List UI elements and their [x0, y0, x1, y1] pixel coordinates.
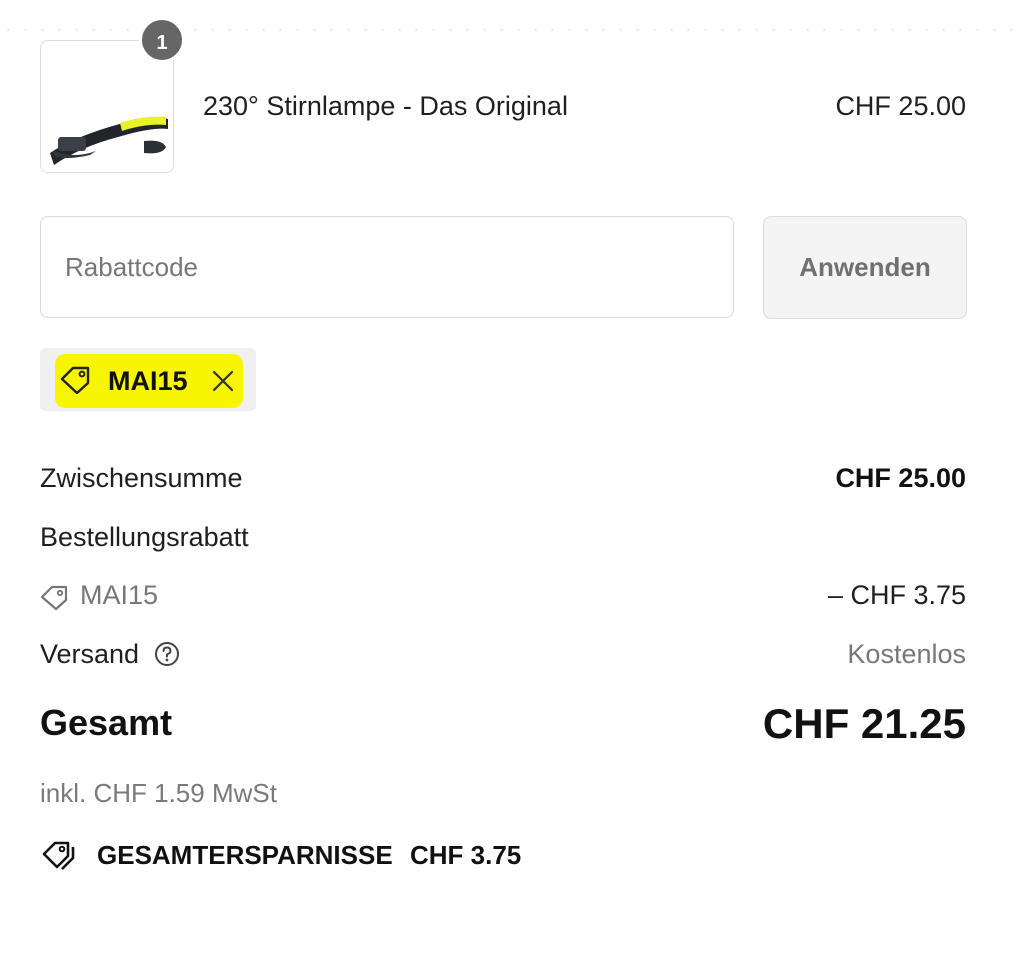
- headlamp-product-image: [50, 116, 168, 165]
- shipping-value: Kostenlos: [847, 639, 966, 669]
- remove-discount-icon[interactable]: [210, 368, 236, 394]
- savings-tags-icon: [42, 841, 75, 870]
- apply-discount-button[interactable]: Anwenden: [763, 216, 967, 319]
- total-label: Gesamt: [40, 702, 173, 743]
- savings-value: CHF 3.75: [410, 840, 522, 870]
- savings-label: GESAMTERSPARNISSE: [97, 840, 393, 870]
- discount-code-label: MAI15: [80, 580, 159, 610]
- subtotal-value: CHF 25.00: [835, 463, 966, 493]
- discount-code-input[interactable]: [40, 216, 734, 318]
- tax-note: inkl. CHF 1.59 MwSt: [40, 778, 277, 808]
- tag-icon: [40, 585, 68, 610]
- tag-icon: [60, 366, 90, 394]
- help-icon[interactable]: [154, 641, 180, 667]
- applied-discount-code: MAI15: [108, 366, 188, 396]
- shipping-label: Versand: [40, 639, 140, 669]
- subtotal-label: Zwischensumme: [40, 463, 243, 493]
- discount-amount: – CHF 3.75: [827, 580, 966, 610]
- product-title: 230° Stirnlampe - Das Original: [203, 91, 568, 121]
- quantity-badge: 1: [139, 17, 185, 63]
- total-value: CHF 21.25: [762, 700, 966, 747]
- applied-discount-chip: MAI15: [40, 348, 256, 411]
- order-discount-label: Bestellungsrabatt: [40, 522, 249, 552]
- product-price: CHF 25.00: [835, 91, 966, 121]
